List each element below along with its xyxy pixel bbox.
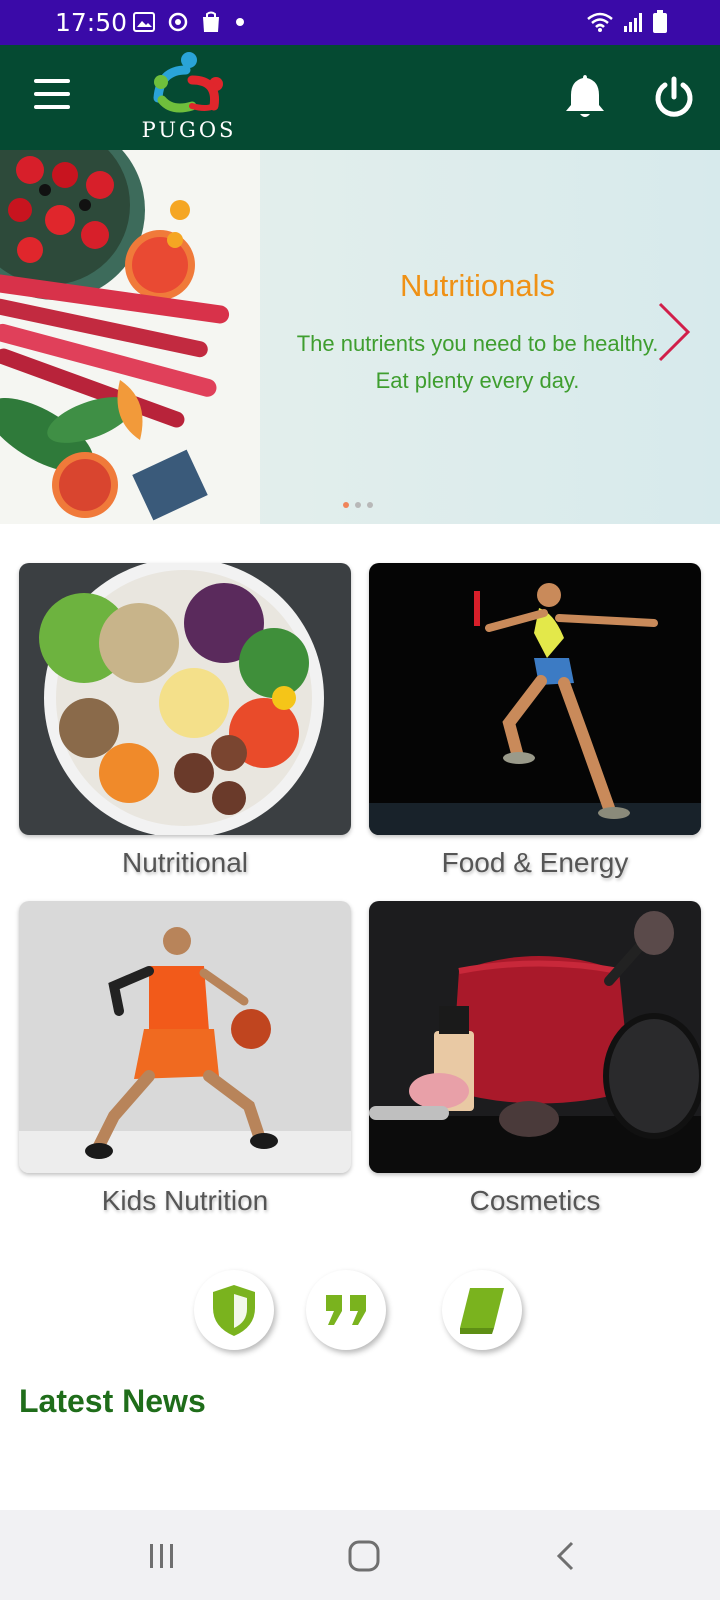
menu-icon-bar [34,92,70,96]
bag-icon [203,11,219,32]
logo-mark [153,52,223,113]
system-nav-bar [0,1510,720,1600]
banner-line-1: The nutrients you need to be healthy. [296,331,659,356]
status-bar: 17:50 [0,0,720,45]
home-icon [348,1540,380,1572]
home-button[interactable] [334,1534,394,1578]
banner-line-2: Eat plenty every day. [375,368,580,393]
category-card-nutritional[interactable]: Nutritional [19,563,351,879]
signal-icon [624,13,642,32]
category-image [369,563,701,835]
power-icon [655,76,693,117]
category-label: Food & Energy [441,847,629,878]
wifi-icon [587,12,613,32]
menu-button[interactable] [34,79,70,109]
category-label: Nutritional [121,847,249,878]
carousel-indicator [343,502,373,508]
dot-icon [236,18,244,26]
category-image [369,901,701,1173]
gallery-icon [133,12,155,32]
back-icon [556,1541,574,1571]
recents-icon [150,1544,173,1568]
shield-button[interactable] [194,1270,274,1350]
category-card-food-energy[interactable]: Food & Energy [369,563,701,879]
notifications-button[interactable] [563,73,607,121]
banner-text: The nutrients you need to be healthy. Ea… [290,325,665,399]
cosmetics-image [369,901,701,1173]
power-button[interactable] [652,75,696,119]
quote-button[interactable] [306,1270,386,1350]
app-bar: PUGOS [0,45,720,150]
banner-next-button[interactable] [654,300,694,364]
carousel-dot[interactable] [355,502,361,508]
promo-banner[interactable]: Nutritionals The nutrients you need to b… [0,150,720,524]
category-card-kids-nutrition[interactable]: Kids Nutrition [19,901,351,1217]
category-image [19,563,351,835]
recents-button[interactable] [132,1534,192,1578]
banner-title: Nutritionals [399,268,556,303]
category-label: Kids Nutrition [101,1185,269,1216]
carousel-dot[interactable] [343,502,349,508]
latest-news-heading: Latest News [19,1383,206,1419]
book-button[interactable] [442,1270,522,1350]
runner-image [369,563,701,835]
banner-fruit-image [0,150,260,524]
battery-icon [653,10,667,33]
chevron-right-icon [658,302,691,362]
logo-text: PUGOS [141,118,237,142]
shield-icon [213,1285,255,1336]
status-time: 17:50 [55,8,128,37]
bell-icon [566,75,604,117]
menu-icon [34,79,70,83]
category-label: Cosmetics [469,1185,601,1216]
salad-bowl-image [19,563,351,835]
back-button[interactable] [536,1534,596,1578]
category-card-cosmetics[interactable]: Cosmetics [369,901,701,1217]
menu-icon-bar [34,105,70,109]
sync-icon [168,12,188,32]
quote-icon [326,1295,366,1325]
pugos-logo: PUGOS [130,50,248,144]
category-image [19,901,351,1173]
carousel-dot[interactable] [367,502,373,508]
book-icon [460,1288,504,1334]
basketball-player-image [19,901,351,1173]
